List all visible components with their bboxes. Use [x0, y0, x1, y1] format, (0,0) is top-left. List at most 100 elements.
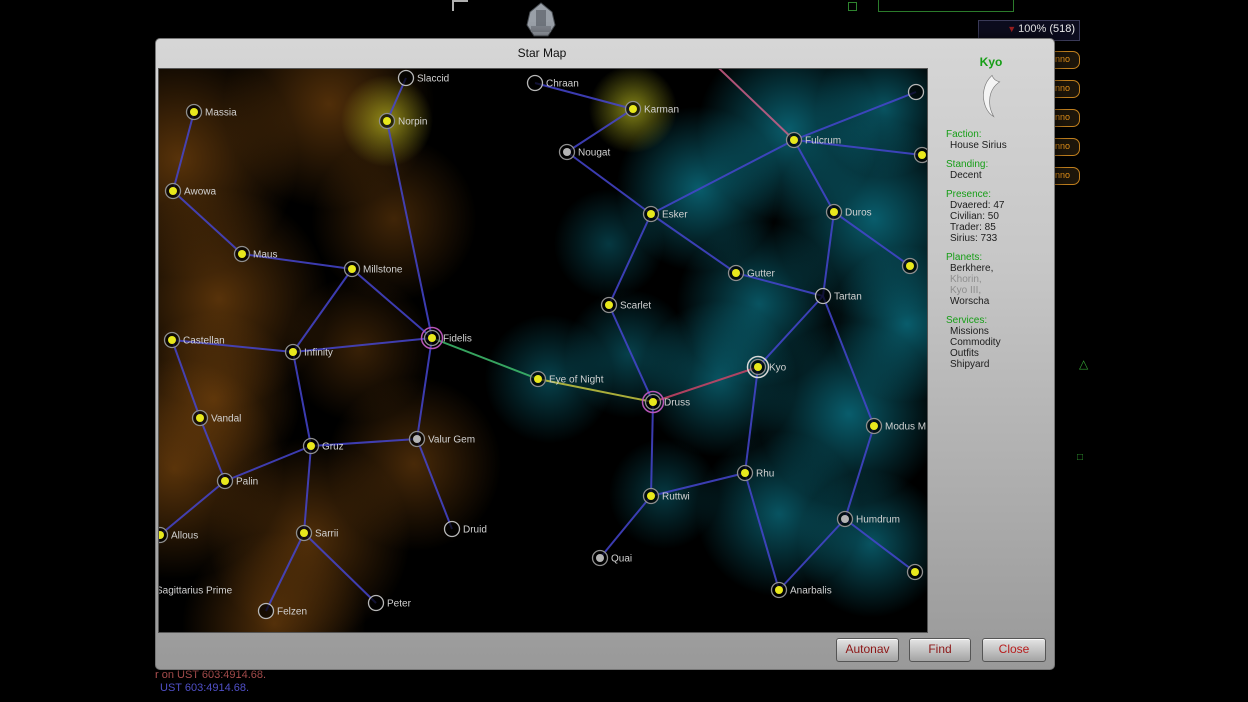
map-system[interactable]: Scarlet — [602, 298, 652, 313]
system-label: Palin — [236, 477, 258, 488]
panel-section-label: Planets: — [946, 252, 1054, 263]
target-bracket-icon — [452, 0, 468, 11]
map-system[interactable]: Infinity — [286, 345, 333, 360]
panel-section-label: Faction: — [946, 129, 1054, 140]
map-system[interactable]: Vandal — [193, 411, 242, 426]
map-system[interactable]: Ruttwi — [644, 489, 690, 504]
map-system[interactable]: Palin — [218, 474, 259, 489]
panel-section-value: Trader: 85 — [946, 222, 1054, 233]
system-label: Kyo — [769, 363, 787, 374]
panel-section-value: Dvaered: 47 — [946, 200, 1054, 211]
star-dot-icon — [918, 151, 926, 159]
system-info-panel: Kyo Faction:House SiriusStanding:DecentP… — [928, 39, 1054, 685]
star-dot-icon — [754, 363, 762, 371]
autonav-button[interactable]: Autonav — [836, 638, 899, 662]
map-system[interactable]: Gutter — [729, 266, 776, 281]
panel-section-value: Khorin, — [946, 274, 1054, 285]
hyperlane — [173, 112, 194, 191]
map-system[interactable]: Castellan — [165, 333, 225, 348]
system-label: Duros — [845, 208, 872, 219]
hyperlane — [293, 352, 311, 446]
map-system[interactable]: Modus M — [867, 419, 927, 434]
map-system[interactable] — [903, 259, 918, 274]
system-label: Vandal — [211, 414, 241, 425]
map-system[interactable]: Slaccid — [399, 71, 450, 86]
panel-section-value: Worscha — [946, 296, 1054, 307]
map-system[interactable]: Massia — [187, 105, 238, 120]
map-system[interactable]: Gruz — [304, 439, 344, 454]
map-system[interactable]: Eye of Night — [531, 372, 604, 387]
map-system[interactable]: Karman — [626, 102, 680, 117]
map-system[interactable]: Rhu — [738, 466, 775, 481]
map-system[interactable]: Sarrii — [297, 526, 339, 541]
target-ship-thumbnail — [506, 0, 576, 38]
hyperlane — [845, 426, 874, 519]
map-system[interactable] — [909, 85, 924, 100]
map-system[interactable]: Fidelis — [422, 328, 472, 349]
map-system[interactable]: Quai — [593, 551, 633, 566]
system-label: Nougat — [578, 148, 610, 159]
map-system[interactable]: Peter — [369, 596, 412, 611]
panel-section-value: Sirius: 733 — [946, 233, 1054, 244]
map-system[interactable]: Valur Gem — [410, 432, 476, 447]
system-circle — [259, 604, 274, 619]
map-system[interactable]: Humdrum — [838, 512, 900, 527]
panel-section-value: Outfits — [946, 348, 1054, 359]
faction-logo-icon — [928, 73, 1054, 121]
hyperlane — [745, 367, 758, 473]
system-circle — [445, 522, 460, 537]
system-circle — [816, 289, 831, 304]
radar-triangle-icon: △ — [1079, 357, 1088, 371]
map-system[interactable]: Jac — [915, 148, 928, 163]
star-dot-icon — [830, 208, 838, 216]
star-dot-icon — [196, 414, 204, 422]
map-system[interactable]: Tartan — [816, 289, 862, 304]
hyperlane — [834, 212, 910, 266]
map-system[interactable]: Norpin — [380, 114, 428, 129]
weapon-slot-fragment: nno — [1053, 167, 1080, 185]
map-system[interactable]: Esker — [644, 207, 689, 222]
hyperlane — [200, 418, 225, 481]
system-circle — [909, 85, 924, 100]
system-label: Tartan — [834, 292, 862, 303]
map-system[interactable]: Fulcrum — [787, 133, 842, 148]
star-dot-icon — [300, 529, 308, 537]
map-system[interactable]: Anarbalis — [772, 583, 832, 598]
map-system[interactable]: Duros — [827, 205, 872, 220]
map-system[interactable]: Millstone — [345, 262, 403, 277]
map-system[interactable]: Sagittarius Prime — [159, 583, 233, 598]
hyperlane — [823, 212, 834, 296]
star-map-canvas[interactable]: Slaccid Chraan Karman Massia Norpin Nougat Ful… — [158, 68, 928, 633]
system-label: Druid — [463, 525, 487, 536]
system-label: Ruttwi — [662, 492, 690, 503]
panel-section-label: Presence: — [946, 189, 1054, 200]
star-dot-icon — [906, 262, 914, 270]
hud-target-box — [878, 0, 1014, 12]
star-dot-icon — [534, 375, 542, 383]
log-message: UST 603:4914.68. — [160, 682, 249, 694]
gray-dot-icon — [563, 148, 571, 156]
map-system[interactable] — [908, 565, 923, 580]
star-dot-icon — [190, 108, 198, 116]
system-label: Peter — [387, 599, 412, 610]
star-dot-icon — [428, 334, 436, 342]
system-label: Karman — [644, 105, 679, 116]
map-system[interactable]: Maus — [235, 247, 278, 262]
map-system[interactable]: Druid — [445, 522, 487, 537]
speed-value: 100% (518) — [1018, 23, 1075, 35]
system-label: Sagittarius Prime — [159, 586, 233, 597]
game-screen: ▼100% (518) nnonnonnonnonno △ □ r on UST… — [0, 0, 1248, 702]
map-system[interactable]: Allous — [159, 528, 198, 543]
map-system[interactable]: Awowa — [166, 184, 217, 199]
map-system[interactable]: Kyo — [748, 357, 787, 378]
close-button[interactable]: Close — [982, 638, 1046, 662]
map-system[interactable]: Chraan — [528, 76, 579, 91]
find-button[interactable]: Find — [909, 638, 971, 662]
map-system[interactable]: Druss — [643, 392, 691, 413]
panel-section-value: Civilian: 50 — [946, 211, 1054, 222]
map-system[interactable]: Felzen — [259, 604, 308, 619]
hyperlane — [266, 533, 304, 611]
hyperlane — [609, 305, 653, 402]
system-label: Allous — [171, 531, 198, 542]
map-system[interactable]: Nougat — [560, 145, 611, 160]
